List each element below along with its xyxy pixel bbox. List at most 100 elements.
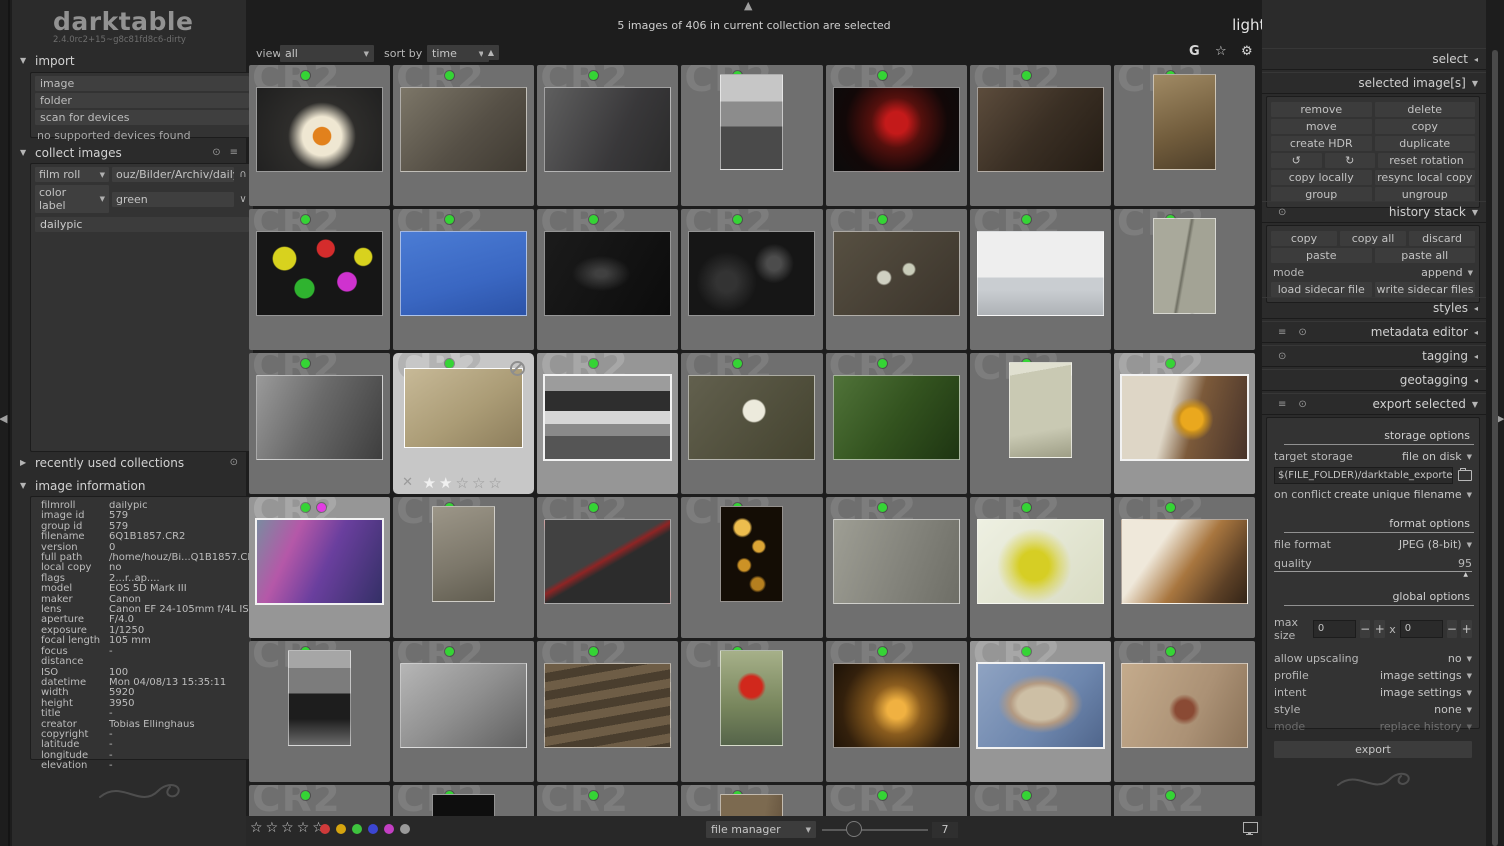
grid-cell-statue-street-bw[interactable]: CR2	[249, 353, 391, 494]
folder-button[interactable]: folder	[35, 93, 249, 108]
rotate-ccw-button[interactable]: ↺	[1271, 153, 1322, 168]
reset-icon[interactable]: ⊙	[1278, 351, 1286, 362]
grid-cell-round-sign[interactable]: CR2	[681, 353, 823, 494]
discard-button[interactable]: discard	[1409, 231, 1475, 246]
scrollbar-thumb[interactable]	[1492, 50, 1498, 846]
star-empty-icon[interactable]: ☆	[281, 820, 297, 836]
grid-cell-fried-egg[interactable]: CR2	[249, 65, 391, 206]
rule-field-dropdown[interactable]: color label ▼	[35, 185, 109, 213]
geotagging-section-header[interactable]: geotagging ◂	[1262, 369, 1486, 391]
selected-images-header[interactable]: selected image[s] ▼	[1262, 72, 1486, 94]
recent-collections-header[interactable]: ▶ recently used collections ⊙	[20, 454, 238, 471]
layout-mode-dropdown[interactable]: file manager ▼	[706, 821, 816, 838]
grid-cell-incense-smoke[interactable]: CR2	[537, 209, 679, 350]
styles-section-header[interactable]: styles ◂	[1262, 297, 1486, 319]
rating-stars-filter[interactable]: ☆☆☆☆☆	[250, 820, 328, 836]
group-button[interactable]: group	[1271, 187, 1372, 202]
grid-cell-brick-arch-bw[interactable]: CR2	[249, 641, 391, 782]
grid-cell-boar[interactable]: CR2	[969, 65, 1111, 206]
rating-stars[interactable]: ★★☆☆☆	[393, 474, 534, 492]
grid-cell-unloaded-5[interactable]: CR2	[825, 785, 967, 816]
star-empty-icon[interactable]: ☆	[250, 820, 266, 836]
export-button[interactable]: export	[1274, 741, 1472, 758]
reset-icon[interactable]: ⊙	[230, 457, 238, 468]
allow-upscaling-dropdown[interactable]: no ▼	[1448, 652, 1472, 665]
presets-icon[interactable]: ≡	[1278, 399, 1286, 410]
grid-cell-candle-bokeh[interactable]: CR2	[681, 497, 823, 638]
select-section-header[interactable]: select ◂	[1262, 48, 1486, 70]
duplicate-button[interactable]: duplicate	[1374, 136, 1475, 151]
grid-cell-unloaded-1[interactable]: CR2	[249, 785, 391, 816]
ungroup-button[interactable]: ungroup	[1374, 187, 1475, 202]
display-profile-icon[interactable]	[1243, 822, 1258, 835]
color-label-dot[interactable]	[352, 824, 362, 834]
grid-cell-fabric-stitch[interactable]: CR2	[537, 497, 679, 638]
rule-value-input[interactable]: ouz/Bilder/Archiv/dailypic	[112, 167, 234, 182]
grid-cell-rabbit-figurine[interactable]: CR2	[393, 65, 535, 206]
color-label-dot[interactable]	[384, 824, 394, 834]
grid-cell-wood-shingles[interactable]: CR2	[537, 641, 679, 782]
copy-all-button[interactable]: copy all	[1340, 231, 1406, 246]
history-mode-dropdown[interactable]: append ▼	[1421, 266, 1473, 279]
resync-local-copy-button[interactable]: resync local copy	[1374, 170, 1475, 185]
grid-cell-dark-bokeh[interactable]: CR2	[681, 209, 823, 350]
right-panel-scrollbar[interactable]	[1492, 50, 1498, 846]
profile-dropdown[interactable]: image settings ▼	[1380, 669, 1472, 682]
grid-cell-red-candle[interactable]: CR2	[825, 65, 967, 206]
presets-icon[interactable]: ≡	[1278, 327, 1286, 338]
image-button[interactable]: image	[35, 76, 249, 91]
presets-icon[interactable]: ≡	[230, 147, 238, 158]
color-label-dot[interactable]	[320, 824, 330, 834]
grid-cell-hand-with-key[interactable]: CR2	[537, 65, 679, 206]
grid-cell-staircase-bw[interactable]: CR2	[681, 65, 823, 206]
grid-cell-unloaded-6[interactable]: CR2	[969, 785, 1111, 816]
scan-for-devices-button[interactable]: scan for devices	[35, 110, 249, 125]
grid-cell-unloaded-3[interactable]: CR2	[537, 785, 679, 816]
grid-cell-dark-portrait[interactable]: CR2	[393, 785, 535, 816]
load-sidecar-file-button[interactable]: load sidecar file	[1271, 282, 1372, 297]
sort-dropdown[interactable]: time ▼	[427, 45, 489, 62]
grid-cell-subway-platform-bw[interactable]: CR2	[537, 353, 679, 494]
grid-cell-graffiti-wall[interactable]: CR2	[825, 497, 967, 638]
import-section-header[interactable]: ▼ import	[20, 52, 238, 69]
grid-cell-crocus-sprouts[interactable]: CR2	[825, 209, 967, 350]
color-label-filters[interactable]	[320, 824, 410, 834]
color-label-dot[interactable]	[368, 824, 378, 834]
metadata-editor-header[interactable]: ≡ ⊙ metadata editor ◂	[1262, 321, 1486, 343]
export-selected-header[interactable]: ≡ ⊙ export selected ▼	[1262, 393, 1486, 415]
left-panel-expander-icon[interactable]: ◀	[0, 413, 7, 424]
view-filter-dropdown[interactable]: all ▼	[280, 45, 374, 62]
grouping-toggle-icon[interactable]: G	[1189, 44, 1200, 59]
rule-field-dropdown[interactable]: film roll ▼	[35, 167, 109, 182]
move-button[interactable]: move	[1271, 119, 1372, 134]
grid-cell-wooden-door[interactable]: CR2	[681, 785, 823, 816]
star-empty-icon[interactable]: ☆	[488, 474, 504, 492]
grid-cell-church-portal[interactable]: CR2	[1113, 641, 1255, 782]
grid-cell-wall-crack[interactable]: CR2	[1113, 209, 1255, 350]
grid-cell-unloaded-7[interactable]: CR2	[1113, 785, 1255, 816]
image-information-header[interactable]: ▼ image information	[20, 477, 238, 494]
rule-op-icon[interactable]: ∩	[237, 169, 249, 180]
grid-cell-forsythia[interactable]: CR2	[969, 497, 1111, 638]
remove-button[interactable]: remove	[1271, 102, 1372, 117]
grid-cell-washbasin[interactable]: CR2	[969, 209, 1111, 350]
grid-cell-stone-arch-bw[interactable]: CR2	[393, 641, 535, 782]
paste-all-button[interactable]: paste all	[1374, 248, 1475, 263]
zoom-slider-track[interactable]	[822, 829, 928, 831]
quality-slider[interactable]: quality 95 ▲	[1274, 557, 1472, 578]
grid-cell-sheep-portrait[interactable]: CR2	[1113, 65, 1255, 206]
reset-rotation-button[interactable]: reset rotation	[1378, 153, 1475, 168]
star-empty-icon[interactable]: ☆	[297, 820, 313, 836]
on-conflict-dropdown[interactable]: create unique filename ▼	[1334, 488, 1472, 501]
grid-cell-pear-figurine[interactable]: CR2	[969, 353, 1111, 494]
grid-cell-willow-catkins[interactable]: CR2	[393, 209, 535, 350]
rotate-cw-button[interactable]: ↻	[1324, 153, 1375, 168]
reset-icon[interactable]: ⊙	[1298, 399, 1306, 410]
intent-dropdown[interactable]: image settings ▼	[1380, 686, 1472, 699]
grid-cell-lufthansa-emblem[interactable]: CR2	[393, 497, 535, 638]
grid-cell-shell-in-hands[interactable]: CR2	[969, 641, 1111, 782]
export-path-input[interactable]: $(FILE_FOLDER)/darktable_exported/img_	[1274, 467, 1453, 484]
grid-cell-fern-leaves[interactable]: CR2	[825, 353, 967, 494]
reset-icon[interactable]: ⊙	[1278, 207, 1286, 218]
collect-section-header[interactable]: ▼ collect images ⊙ ≡	[20, 144, 238, 161]
